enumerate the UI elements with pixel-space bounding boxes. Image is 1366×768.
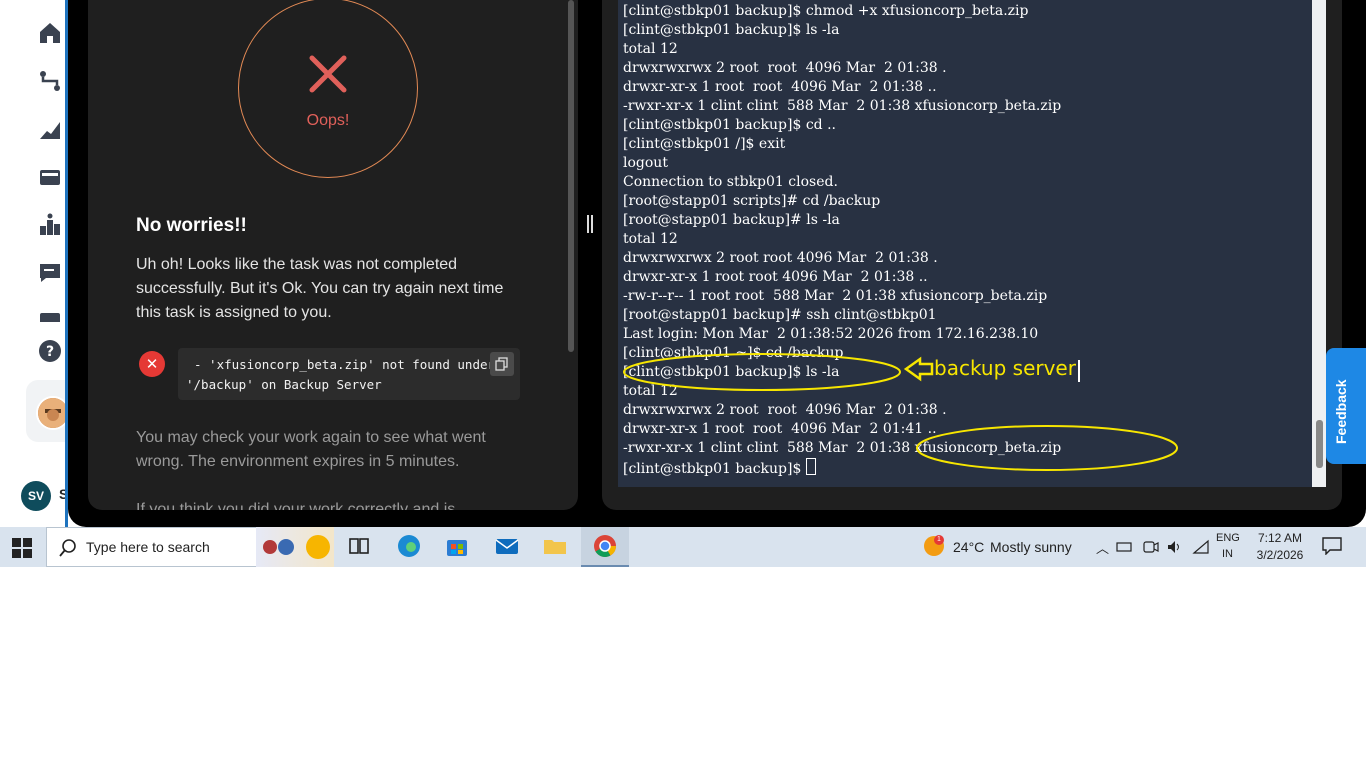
error-icon: ✕ — [139, 351, 165, 377]
language-region[interactable]: IN — [1222, 548, 1233, 560]
network-adapter-icon[interactable] — [1116, 539, 1134, 555]
result-message: Uh oh! Looks like the task was not compl… — [136, 256, 504, 321]
terminal-scroll-thumb[interactable] — [1316, 420, 1323, 468]
notification-icon[interactable] — [1322, 537, 1342, 555]
board-icon[interactable] — [37, 164, 63, 190]
feedback-form-icon[interactable] — [37, 260, 63, 286]
help-icon[interactable]: ? — [37, 338, 63, 364]
meet-icon[interactable] — [1142, 539, 1160, 555]
chevron-up-icon[interactable]: ︿ — [1096, 538, 1109, 557]
terminal-scrollbar[interactable] — [1312, 0, 1326, 487]
check-message: You may check your work again to see wha… — [136, 429, 486, 470]
weather-condition[interactable]: Mostly sunny — [990, 539, 1072, 555]
mail-icon[interactable] — [494, 533, 520, 559]
app-window: ? SV S Oops! No worries!! Uh oh! Looks l… — [0, 0, 1366, 527]
windows-start-icon[interactable] — [12, 538, 32, 558]
temperature[interactable]: 24°C — [953, 539, 984, 555]
result-heading: No worries!! — [136, 215, 247, 236]
error-detail: - 'xfusioncorp_beta.zip' not found under… — [178, 348, 520, 400]
clock-time[interactable]: 7:12 AM — [1256, 531, 1304, 545]
feedback-label: Feedback — [1333, 379, 1349, 444]
task-view-icon[interactable] — [346, 533, 372, 559]
language-indicator[interactable]: ENG — [1216, 532, 1240, 544]
left-panel-scrollbar[interactable] — [568, 0, 574, 352]
fail-x-icon — [309, 55, 347, 93]
file-explorer-icon[interactable] — [542, 533, 568, 559]
feedback-tab[interactable]: Feedback — [1326, 348, 1366, 464]
text-caret — [1078, 360, 1080, 382]
status-text: Oops! — [306, 112, 350, 129]
panel-splitter[interactable] — [586, 215, 594, 233]
speaker-icon[interactable] — [1166, 539, 1184, 555]
truncated-message: If you think you did your work correctly… — [136, 501, 456, 510]
chrome-icon[interactable] — [592, 533, 618, 559]
search-highlight-image — [256, 527, 334, 567]
progress-icon[interactable] — [37, 116, 63, 142]
edge-icon[interactable] — [396, 533, 422, 559]
error-line-2: '/backup' on Backup Server — [186, 377, 382, 392]
book-icon[interactable] — [37, 308, 63, 322]
clock-date[interactable]: 3/2/2026 — [1254, 548, 1306, 562]
weather-badge: 1 — [934, 535, 944, 545]
path-icon[interactable] — [37, 68, 63, 94]
leaderboard-icon[interactable] — [37, 212, 63, 238]
svg-text:?: ? — [46, 344, 54, 360]
search-icon — [59, 539, 76, 557]
home-icon[interactable] — [37, 20, 63, 46]
wifi-icon[interactable] — [1192, 539, 1210, 555]
search-placeholder[interactable]: Type here to search — [86, 539, 210, 555]
sidebar: ? SV S — [0, 0, 72, 527]
terminal[interactable]: [clint@stbkp01 backup]$ chmod +x xfusion… — [618, 0, 1326, 487]
terminal-output: [clint@stbkp01 backup]$ chmod +x xfusion… — [623, 3, 1062, 477]
error-line-1: - 'xfusioncorp_beta.zip' not found under — [194, 357, 496, 372]
terminal-cursor — [805, 458, 816, 475]
store-icon[interactable] — [444, 533, 470, 559]
copy-icon[interactable] — [490, 352, 514, 376]
annotation-label: backup server — [934, 356, 1076, 380]
user-initials-badge[interactable]: SV — [21, 481, 51, 511]
